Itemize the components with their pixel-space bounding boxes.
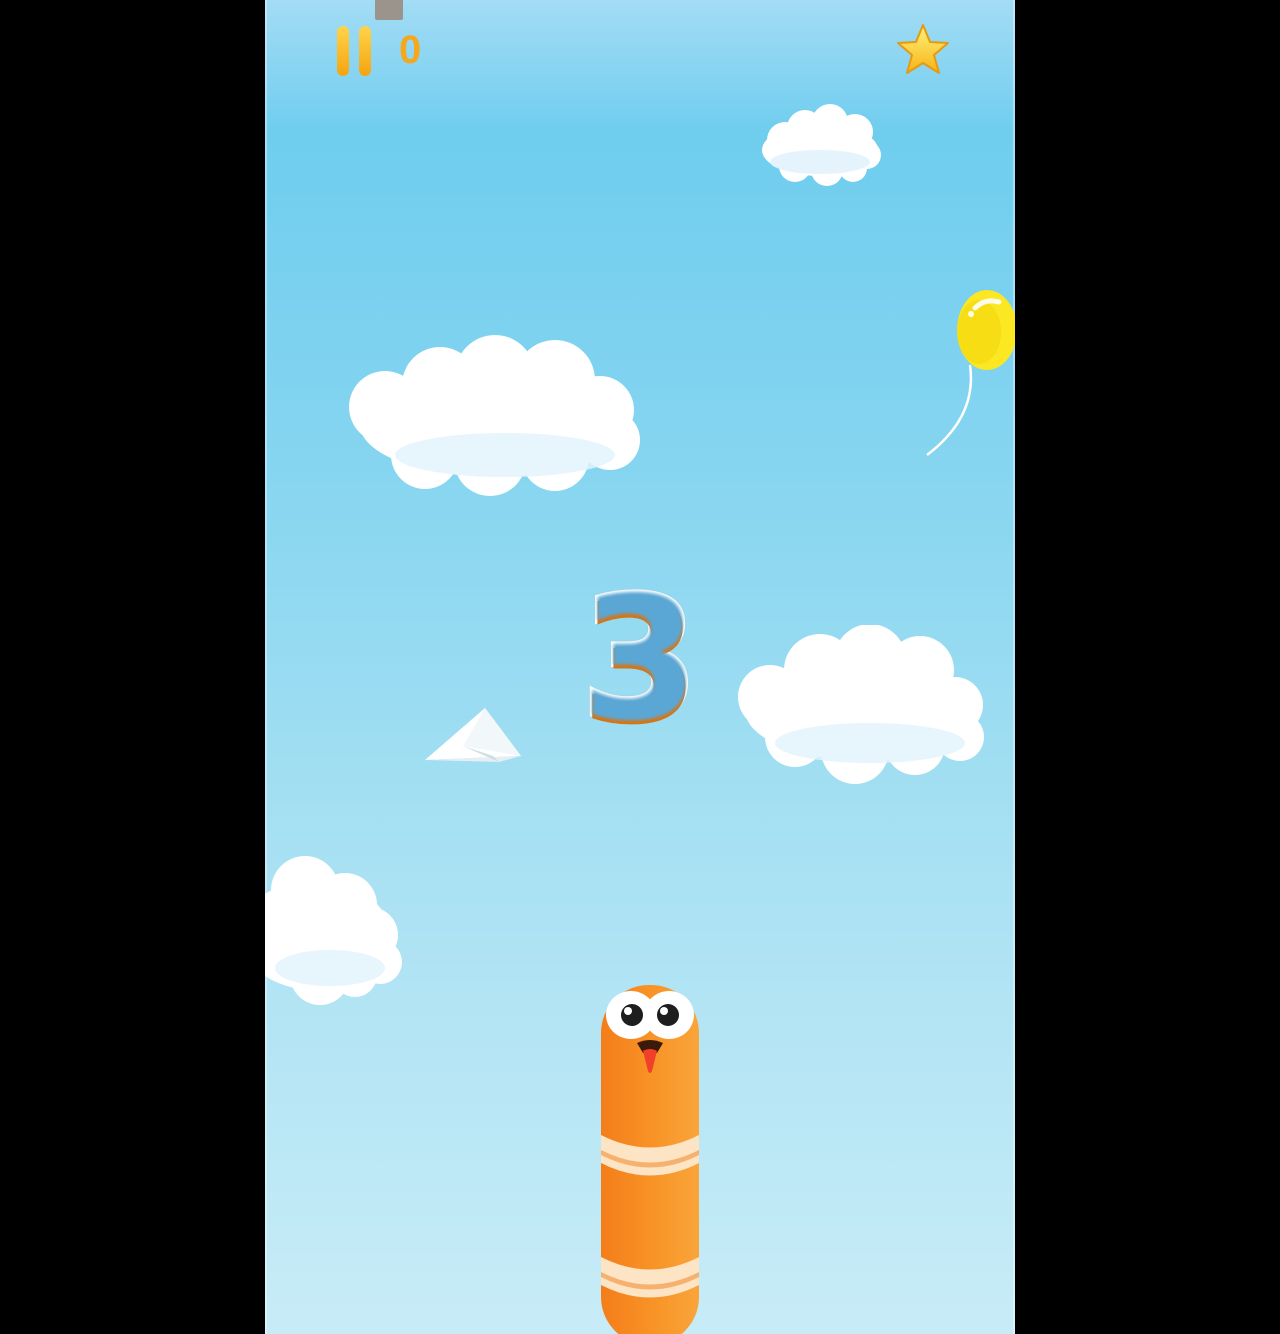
cloud-large-right <box>738 625 984 784</box>
countdown-label: 3 <box>578 559 701 762</box>
pause-icon-bar-left <box>337 26 349 76</box>
score-counter: 0 <box>399 28 422 72</box>
star-icon[interactable] <box>895 22 951 78</box>
cloud-small <box>762 104 881 186</box>
yellow-balloon <box>926 290 1015 456</box>
falling-block <box>375 0 403 20</box>
paper-plane <box>425 708 521 762</box>
cloud-large-left <box>349 335 640 496</box>
cloud-edge-left <box>265 856 402 1005</box>
game-screen[interactable]: 0 3 <box>265 0 1015 1334</box>
pause-icon-bar-right <box>359 26 371 76</box>
countdown-number: 3 <box>565 559 715 762</box>
pause-button[interactable] <box>335 26 375 76</box>
worm-character <box>601 985 699 1334</box>
